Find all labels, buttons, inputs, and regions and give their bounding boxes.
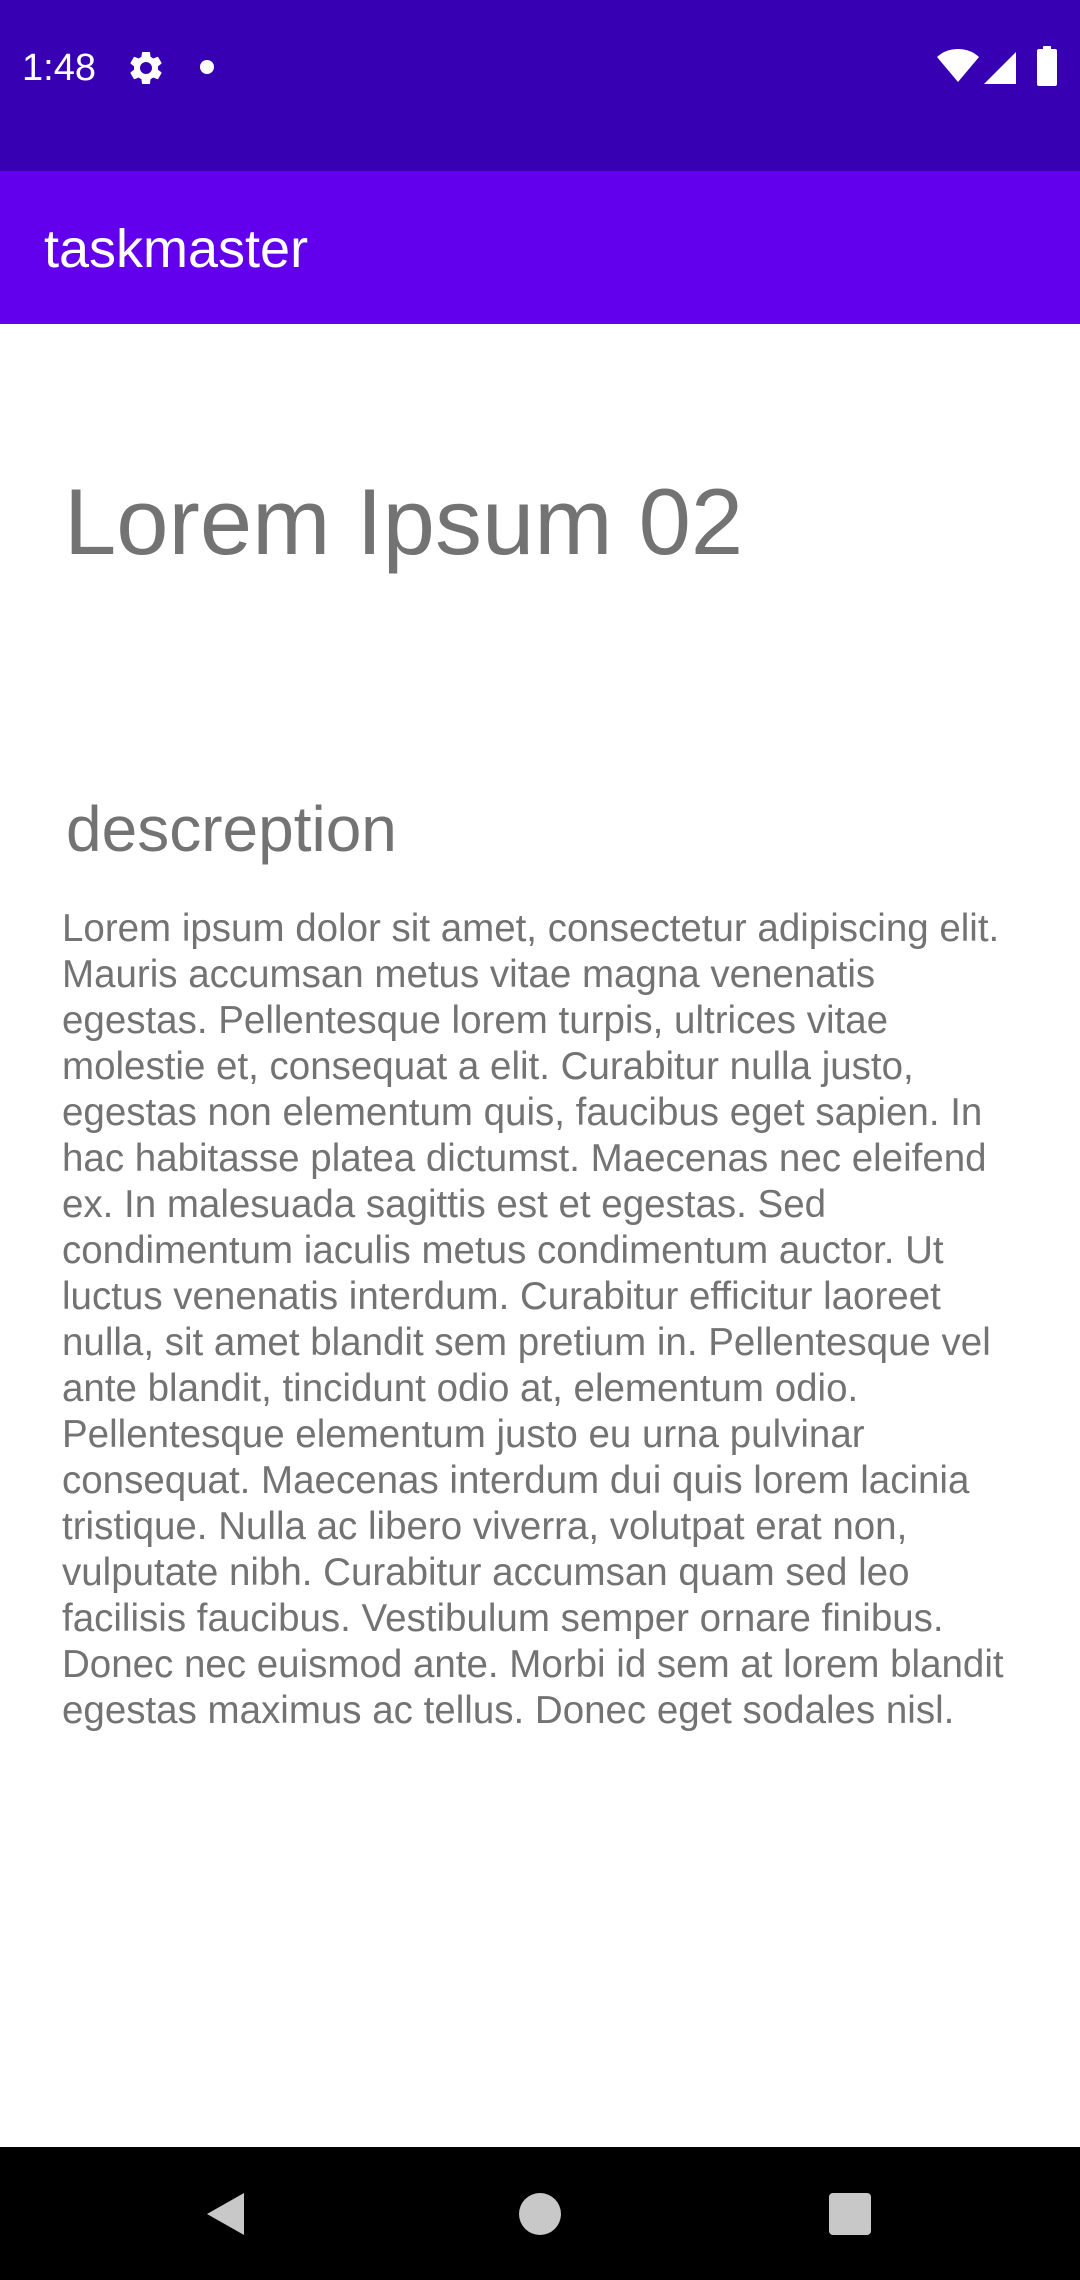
signal-icon bbox=[984, 52, 1016, 84]
status-bar: 1:48 bbox=[0, 0, 1080, 171]
notification-dot-icon bbox=[200, 60, 214, 74]
recents-icon[interactable] bbox=[829, 2193, 871, 2235]
home-icon[interactable] bbox=[519, 2193, 561, 2235]
navigation-bar bbox=[0, 2147, 1080, 2280]
back-icon[interactable] bbox=[204, 2191, 248, 2237]
app-bar: taskmaster bbox=[0, 171, 1080, 324]
battery-icon bbox=[1037, 46, 1057, 86]
description-label: descreption bbox=[66, 793, 397, 865]
app-title: taskmaster bbox=[44, 219, 309, 279]
wifi-icon bbox=[937, 49, 979, 82]
task-detail: Lorem Ipsum 02 descreption Lorem ipsum d… bbox=[0, 324, 1080, 2147]
gear-icon bbox=[130, 51, 162, 84]
description-text: Lorem ipsum dolor sit amet, consectetur … bbox=[62, 907, 1004, 1732]
status-time: 1:48 bbox=[22, 47, 96, 89]
task-title: Lorem Ipsum 02 bbox=[64, 469, 744, 574]
